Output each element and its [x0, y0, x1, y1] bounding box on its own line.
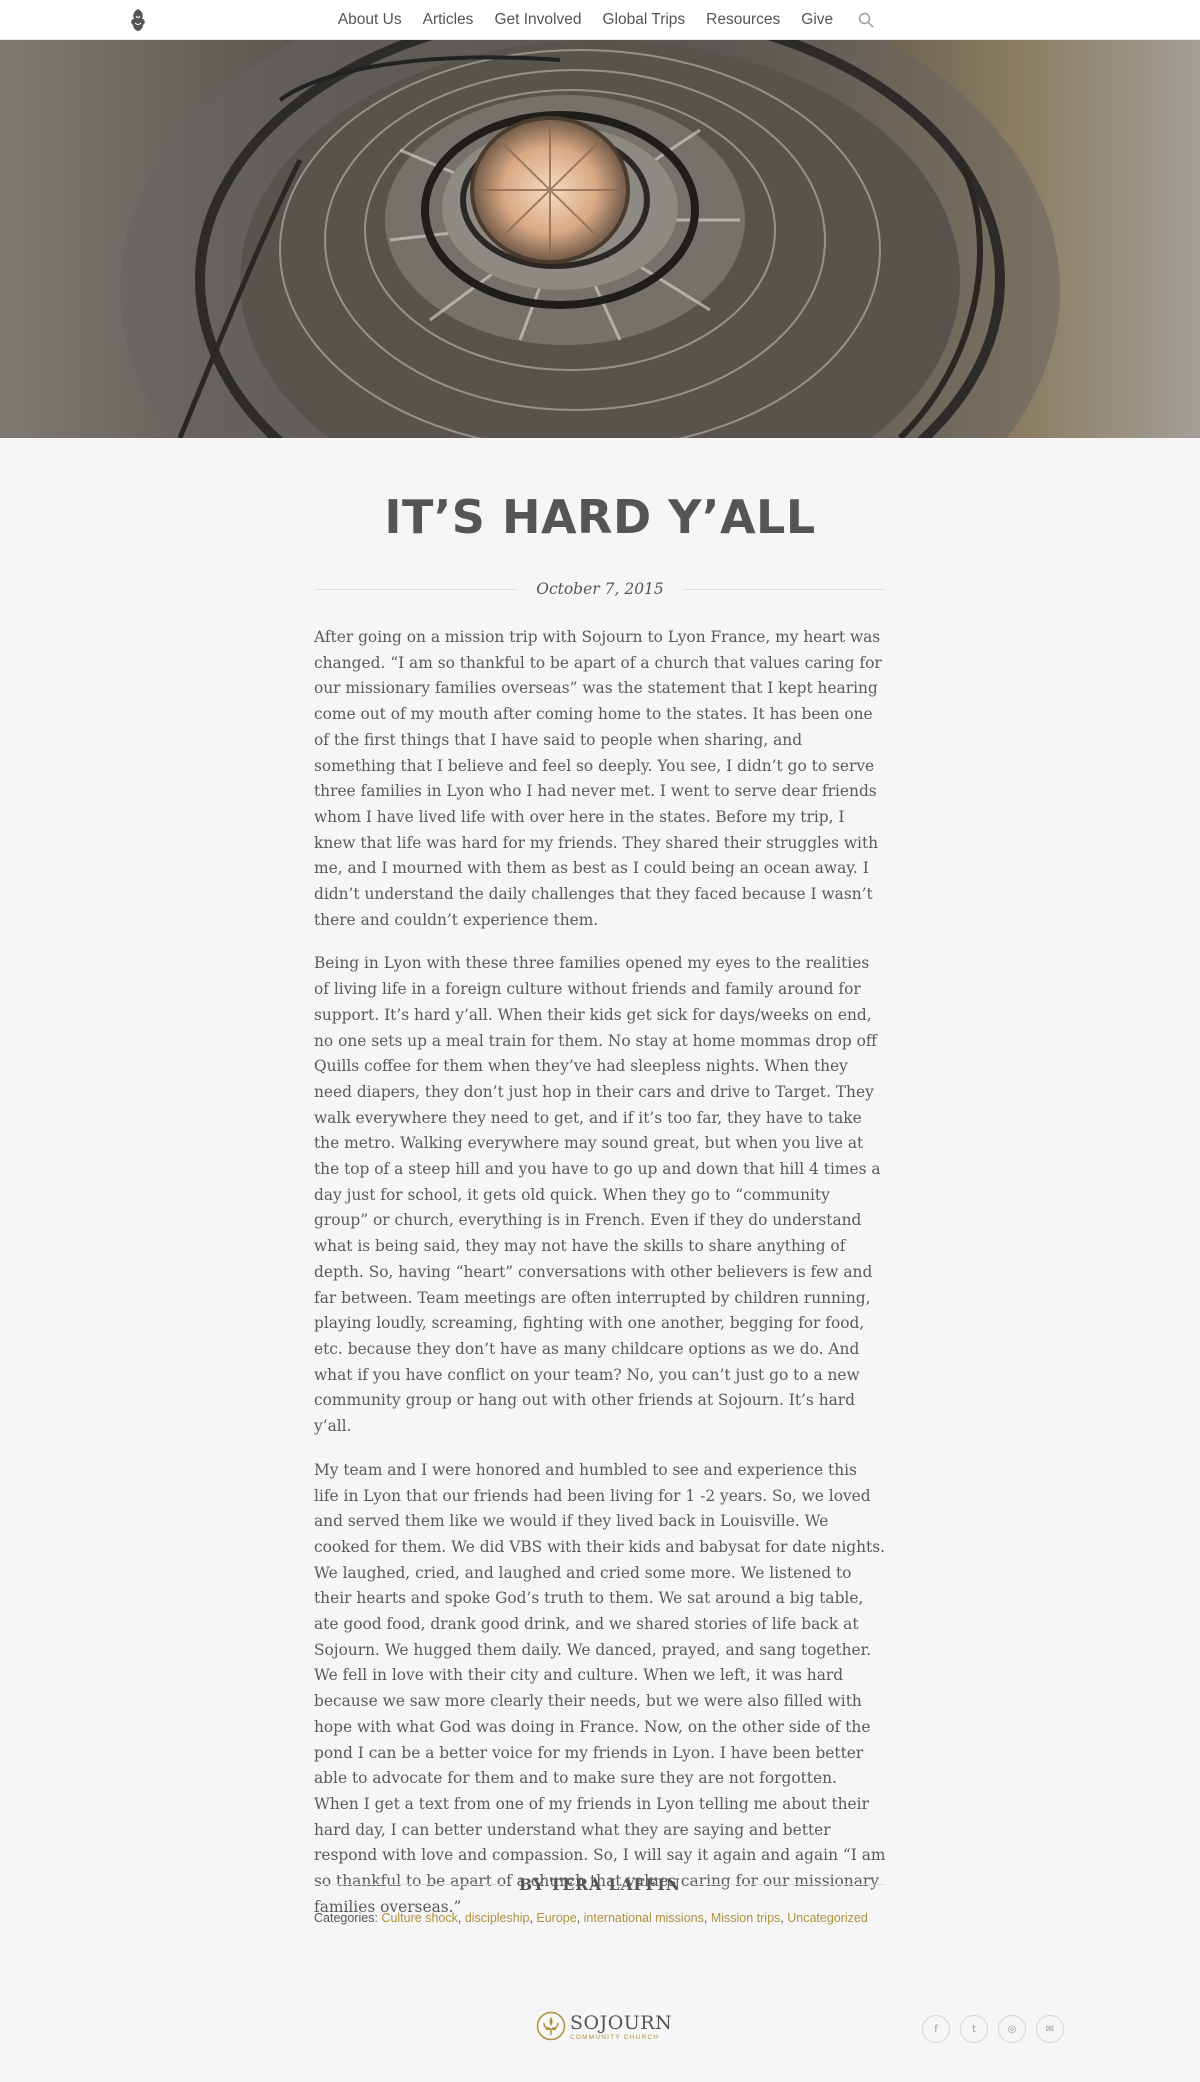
nav-link-articles[interactable]: Articles	[423, 11, 474, 29]
category-link[interactable]: Culture shock	[381, 1911, 457, 1925]
top-navigation: About Us Articles Get Involved Global Tr…	[0, 0, 1200, 40]
search-icon[interactable]	[858, 12, 874, 28]
article-paragraph: After going on a mission trip with Sojou…	[314, 628, 882, 929]
hero-image	[0, 40, 1200, 438]
footer-logo[interactable]: SOJOURN COMMUNITY CHURCH	[536, 2011, 672, 2045]
article-body: After going on a mission trip with Sojou…	[314, 625, 886, 1938]
article-title: IT’S HARD Y’ALL	[384, 490, 816, 544]
divider	[314, 588, 519, 590]
footer-brand-sub: COMMUNITY CHURCH	[570, 2034, 660, 2042]
author-name-text: TERA LAFFIN	[549, 1874, 681, 1894]
nav-link-resources[interactable]: Resources	[706, 11, 780, 29]
category-link[interactable]: Europe	[536, 1911, 576, 1925]
category-link[interactable]: international missions	[584, 1911, 704, 1925]
categories-label: Categories:	[314, 1911, 378, 1925]
footer-brand: SOJOURN	[570, 2012, 673, 2035]
nav-link-global-trips[interactable]: Global Trips	[602, 11, 685, 29]
fleur-de-lis-icon	[536, 2011, 566, 2045]
divider	[681, 588, 887, 590]
divider	[314, 1883, 506, 1885]
category-link[interactable]: discipleship	[465, 1911, 530, 1925]
nav-link-give[interactable]: Give	[801, 11, 833, 29]
nav-link-about-us[interactable]: About Us	[338, 11, 402, 29]
byline-prefix: BY	[519, 1874, 545, 1894]
main-menu: About Us Articles Get Involved Global Tr…	[0, 0, 1200, 40]
instagram-icon[interactable]: ◎	[998, 2015, 1026, 2043]
email-icon[interactable]: ✉	[1036, 2015, 1064, 2043]
article-date: October 7, 2015	[536, 580, 664, 598]
article-date-row: October 7, 2015	[314, 578, 887, 600]
article-paragraph: My team and I were honored and humbled t…	[314, 1460, 886, 1916]
author-name: BY TERA LAFFIN	[505, 1875, 695, 1894]
author-byline: BY TERA LAFFIN	[314, 1872, 887, 1896]
footer-wordmark: SOJOURN COMMUNITY CHURCH	[570, 2014, 672, 2042]
category-link[interactable]: Mission trips	[711, 1911, 780, 1925]
social-links: f t ◎ ✉	[922, 2015, 1064, 2043]
category-link[interactable]: Uncategorized	[787, 1911, 868, 1925]
twitter-icon[interactable]: t	[960, 2015, 988, 2043]
divider	[694, 1883, 887, 1885]
article-paragraph: Being in Lyon with these three families …	[314, 954, 881, 1436]
nav-link-get-involved[interactable]: Get Involved	[494, 11, 581, 29]
facebook-icon[interactable]: f	[922, 2015, 950, 2043]
categories-list: Categories: Culture shock, discipleship,…	[314, 1911, 868, 1925]
